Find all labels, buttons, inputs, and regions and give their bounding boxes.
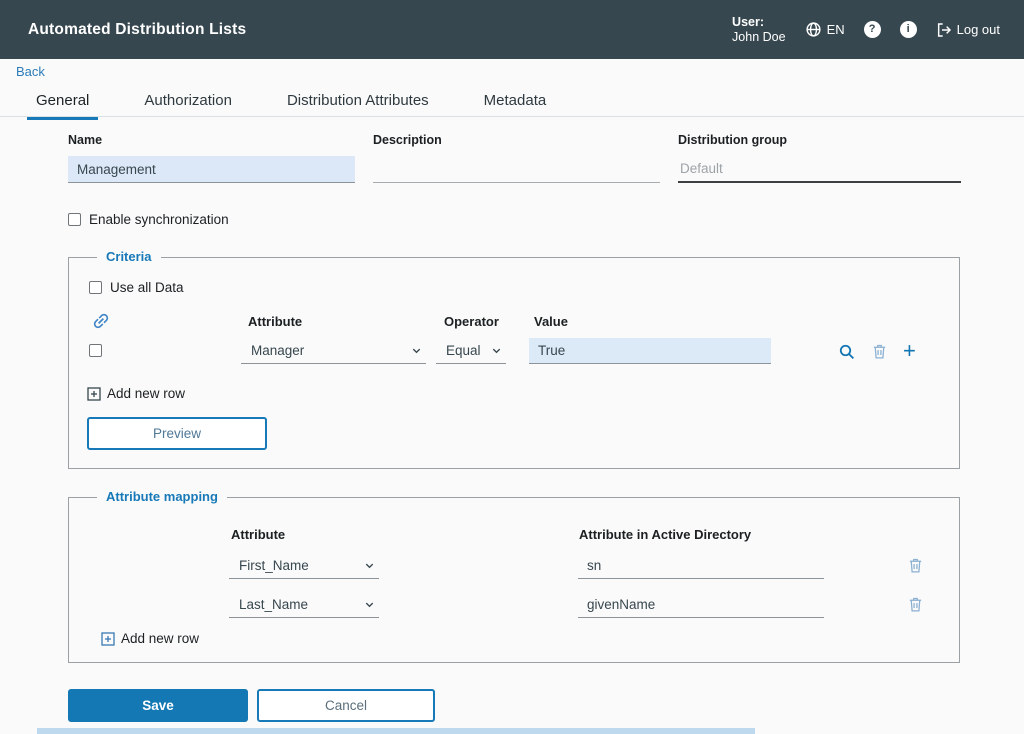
- add-box-icon: [87, 386, 101, 401]
- use-all-data-row[interactable]: Use all Data: [89, 280, 184, 295]
- use-all-data-label: Use all Data: [110, 280, 184, 295]
- criteria-operator-value: Equal: [446, 343, 481, 358]
- language-switcher[interactable]: EN: [805, 21, 845, 38]
- distribution-group-field-group: Distribution group Default: [678, 133, 961, 183]
- add-criteria-row-icon[interactable]: +: [903, 340, 916, 362]
- tab-divider: [0, 116, 1024, 117]
- use-all-data-checkbox[interactable]: [89, 281, 102, 294]
- logout-icon: [936, 22, 952, 38]
- criteria-row-checkbox[interactable]: [89, 344, 102, 357]
- mapping-ad-attribute-header: Attribute in Active Directory: [579, 527, 752, 542]
- description-label: Description: [373, 133, 442, 147]
- criteria-attribute-select[interactable]: Manager: [241, 338, 426, 364]
- user-name: John Doe: [732, 29, 786, 44]
- mapping-attribute-select[interactable]: First_Name: [229, 553, 379, 579]
- save-button[interactable]: Save: [68, 689, 248, 722]
- help-icon[interactable]: ?: [863, 21, 881, 38]
- criteria-attribute-value: Manager: [251, 343, 305, 358]
- enable-sync-checkbox[interactable]: [68, 213, 81, 226]
- language-code: EN: [826, 22, 845, 37]
- attribute-mapping-panel: Attribute mapping Attribute Attribute in…: [68, 489, 960, 663]
- description-input[interactable]: [373, 156, 660, 183]
- logout-label: Log out: [956, 22, 1000, 37]
- app-header: Automated Distribution Lists User: John …: [0, 0, 1024, 59]
- logout-button[interactable]: Log out: [936, 22, 1000, 38]
- header-actions: User: John Doe EN ? i Log out: [732, 15, 1000, 45]
- criteria-value-header: Value: [534, 314, 568, 329]
- trash-icon[interactable]: [907, 557, 924, 574]
- globe-icon: [805, 21, 822, 38]
- bottom-decoration-strip: [37, 728, 755, 734]
- trash-icon[interactable]: [907, 596, 924, 613]
- name-field-group: Name Management: [68, 133, 355, 183]
- mapping-attribute-value: Last_Name: [239, 597, 309, 612]
- cancel-button[interactable]: Cancel: [257, 689, 435, 722]
- mapping-attribute-header: Attribute: [231, 527, 286, 542]
- mapping-add-new-row[interactable]: Add new row: [101, 631, 199, 646]
- criteria-operator-select[interactable]: Equal: [436, 338, 506, 364]
- screen: Automated Distribution Lists User: John …: [0, 0, 1024, 734]
- criteria-value-input[interactable]: True: [529, 338, 771, 364]
- page-title: Automated Distribution Lists: [28, 20, 247, 38]
- chevron-down-icon: [364, 560, 375, 571]
- distribution-group-input[interactable]: Default: [678, 156, 961, 183]
- criteria-add-new-row[interactable]: Add new row: [87, 386, 185, 401]
- criteria-add-new-row-label: Add new row: [107, 386, 186, 401]
- mapping-attribute-value: First_Name: [239, 558, 309, 573]
- chevron-down-icon: [491, 345, 502, 356]
- name-label: Name: [68, 133, 103, 147]
- criteria-attribute-header: Attribute: [248, 314, 303, 329]
- name-input[interactable]: Management: [68, 156, 355, 183]
- add-box-icon: [101, 631, 115, 646]
- criteria-legend: Criteria: [97, 249, 161, 264]
- mapping-attribute-select[interactable]: Last_Name: [229, 592, 379, 618]
- criteria-panel: Criteria Use all Data Attribute Operator…: [68, 249, 960, 469]
- back-link[interactable]: Back: [16, 64, 45, 79]
- chevron-down-icon: [364, 599, 375, 610]
- preview-button[interactable]: Preview: [87, 417, 267, 450]
- info-icon[interactable]: i: [899, 21, 917, 38]
- chevron-down-icon: [411, 345, 422, 356]
- description-field-group: Description: [373, 133, 660, 183]
- attribute-mapping-legend: Attribute mapping: [97, 489, 227, 504]
- mapping-ad-attribute-input[interactable]: sn: [578, 553, 824, 579]
- user-info: User: John Doe: [732, 15, 786, 45]
- user-label: User:: [732, 14, 765, 29]
- enable-sync-row[interactable]: Enable synchronization: [68, 212, 229, 227]
- distribution-group-label: Distribution group: [678, 133, 788, 147]
- trash-icon[interactable]: [871, 343, 888, 360]
- enable-sync-label: Enable synchronization: [89, 212, 229, 227]
- link-rows-icon: [91, 311, 111, 331]
- criteria-operator-header: Operator: [444, 314, 499, 329]
- mapping-ad-attribute-input[interactable]: givenName: [578, 592, 824, 618]
- mapping-add-new-row-label: Add new row: [121, 631, 200, 646]
- search-icon[interactable]: [838, 343, 856, 361]
